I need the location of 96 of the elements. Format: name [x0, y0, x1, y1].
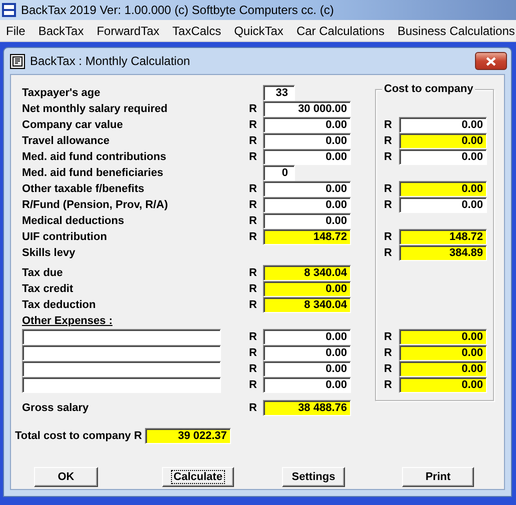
amount-field[interactable]: 8 340.04 [263, 265, 351, 281]
currency-label: R [249, 402, 258, 414]
expense-name-field[interactable] [22, 361, 221, 377]
amount-field[interactable]: 0.00 [263, 361, 351, 377]
field-label: Taxpayer's age [22, 87, 102, 99]
field-label: Tax credit [22, 283, 74, 295]
currency-label: R [249, 231, 258, 243]
section-heading: Other Expenses : [22, 315, 114, 327]
currency-label: R [383, 135, 393, 147]
menu-item[interactable]: QuickTax [228, 24, 290, 38]
field-label: Net monthly salary required [22, 103, 168, 115]
amount-field[interactable]: 0.00 [399, 117, 487, 133]
dialog-button[interactable]: Print [402, 467, 474, 487]
amount-field[interactable]: 148.72 [399, 229, 487, 245]
amount-field[interactable]: 0.00 [399, 197, 487, 213]
amount-field[interactable]: 0.00 [263, 345, 351, 361]
currency-label: R [383, 363, 393, 375]
currency-label: R [249, 283, 258, 295]
amount-field[interactable]: 0.00 [399, 181, 487, 197]
amount-field[interactable]: 8 340.04 [263, 297, 351, 313]
group-box-title: Cost to company [382, 83, 476, 95]
amount-field[interactable]: 0.00 [263, 117, 351, 133]
close-button[interactable] [475, 52, 507, 70]
currency-label: R [249, 215, 258, 227]
app-icon [2, 3, 16, 17]
field-label: Total cost to company R [15, 430, 142, 442]
currency-label: R [383, 199, 393, 211]
currency-label: R [249, 119, 258, 131]
dialog-button[interactable]: OK [34, 467, 98, 487]
app-title: BackTax 2019 Ver: 1.00.000 (c) Softbyte Computers cc. (c) [21, 3, 334, 17]
amount-field[interactable]: 0.00 [263, 181, 351, 197]
close-icon [486, 56, 496, 66]
menu-item[interactable]: TaxCalcs [166, 24, 228, 38]
currency-label: R [249, 183, 258, 195]
menu-item[interactable]: ForwardTax [90, 24, 166, 38]
currency-label: R [383, 247, 393, 259]
expense-name-field[interactable] [22, 377, 221, 393]
currency-label: R [383, 347, 393, 359]
menu-item[interactable]: File [0, 24, 32, 38]
amount-field[interactable]: 0.00 [263, 197, 351, 213]
window-icon [10, 54, 25, 68]
expense-name-field[interactable] [22, 329, 221, 345]
field-label: Gross salary [22, 402, 90, 414]
field-label: Tax due [22, 267, 64, 279]
amount-field[interactable]: 384.89 [399, 245, 487, 261]
amount-field[interactable]: 0.00 [263, 281, 351, 297]
dialog-title: BackTax : Monthly Calculation [30, 54, 190, 68]
dialog-button[interactable]: Calculate [162, 467, 234, 487]
currency-label: R [249, 267, 258, 279]
amount-field[interactable]: 0.00 [399, 149, 487, 165]
menu-item[interactable]: Business Calculations [391, 24, 516, 38]
field-label: Med. aid fund beneficiaries [22, 167, 164, 179]
amount-field[interactable]: 0.00 [263, 377, 351, 393]
currency-label: R [383, 331, 393, 343]
currency-label: R [249, 199, 258, 211]
amount-field[interactable]: 0.00 [399, 345, 487, 361]
field-label: Travel allowance [22, 135, 110, 147]
currency-label: R [383, 183, 393, 195]
menu-item[interactable]: Car Calculations [290, 24, 392, 38]
amount-field[interactable]: 0.00 [263, 133, 351, 149]
currency-label: R [249, 103, 258, 115]
amount-field[interactable]: 0.00 [263, 329, 351, 345]
amount-field[interactable]: 0.00 [263, 213, 351, 229]
field-label: UIF contribution [22, 231, 108, 243]
amount-field[interactable]: 0.00 [399, 361, 487, 377]
currency-label: R [249, 331, 258, 343]
amount-field[interactable]: 0.00 [399, 377, 487, 393]
count-field[interactable]: 33 [263, 85, 295, 101]
count-field[interactable]: 0 [263, 165, 295, 181]
currency-label: R [249, 347, 258, 359]
field-label: Tax deduction [22, 299, 97, 311]
amount-field[interactable]: 38 488.76 [263, 400, 351, 416]
amount-field[interactable]: 0.00 [263, 149, 351, 165]
currency-label: R [383, 151, 393, 163]
field-label: Company car value [22, 119, 124, 131]
expense-name-field[interactable] [22, 345, 221, 361]
field-label: R/Fund (Pension, Prov, R/A) [22, 199, 169, 211]
amount-field[interactable]: 30 000.00 [263, 101, 351, 117]
amount-field[interactable]: 39 022.37 [144, 428, 231, 444]
field-label: Med. aid fund contributions [22, 151, 168, 163]
currency-label: R [249, 363, 258, 375]
currency-label: R [383, 231, 393, 243]
dialog-button[interactable]: Settings [282, 467, 345, 487]
field-label: Other taxable f/benefits [22, 183, 146, 195]
currency-label: R [383, 379, 393, 391]
currency-label: R [249, 151, 258, 163]
currency-label: R [383, 119, 393, 131]
menu-item[interactable]: BackTax [32, 24, 91, 38]
currency-label: R [249, 299, 258, 311]
currency-label: R [249, 379, 258, 391]
amount-field[interactable]: 148.72 [263, 229, 351, 245]
amount-field[interactable]: 0.00 [399, 133, 487, 149]
field-label: Medical deductions [22, 215, 126, 227]
field-label: Skills levy [22, 247, 76, 259]
amount-field[interactable]: 0.00 [399, 329, 487, 345]
currency-label: R [249, 135, 258, 147]
